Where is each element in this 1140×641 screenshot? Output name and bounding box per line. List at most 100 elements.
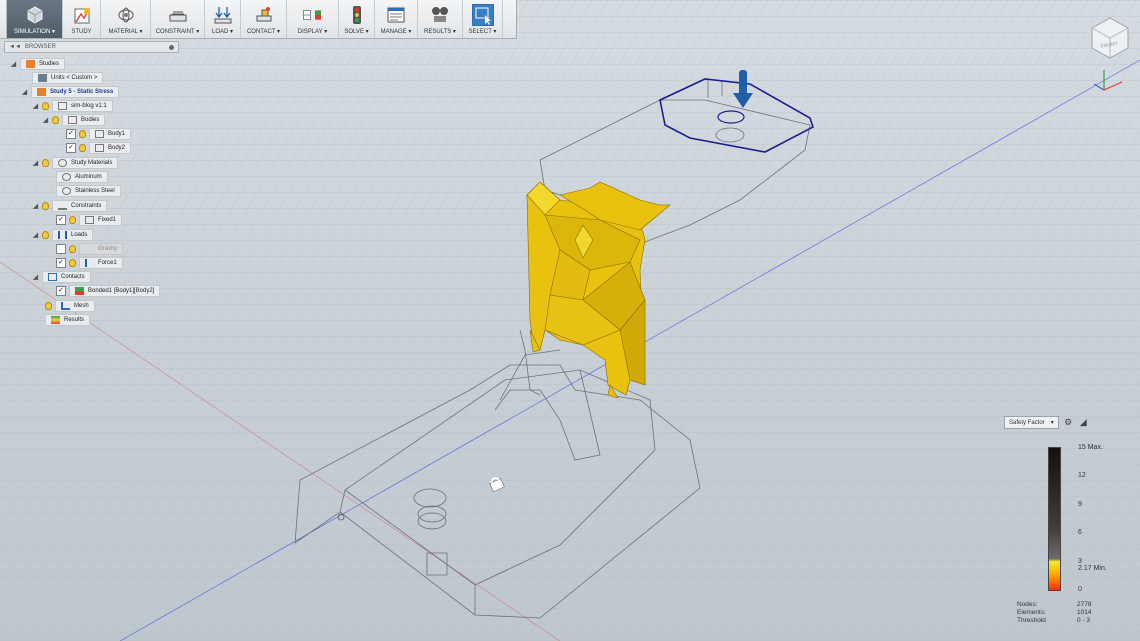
tree-node-bodies[interactable]: ◢ Bodies bbox=[42, 113, 106, 126]
view-cube[interactable]: FRONT bbox=[1088, 12, 1132, 92]
legend-tick: 0 bbox=[1078, 586, 1082, 593]
force-icon bbox=[85, 258, 94, 267]
study-button[interactable]: STUDY bbox=[63, 0, 101, 38]
manage-button[interactable]: MANAGE ▾ bbox=[375, 0, 418, 38]
gravity-checkbox[interactable] bbox=[56, 243, 66, 254]
body2-checkbox[interactable]: ✓ bbox=[66, 142, 76, 153]
material-button[interactable]: MATERIAL ▾ bbox=[101, 0, 151, 38]
gravity-icon bbox=[85, 245, 94, 253]
legend-tick: 6 bbox=[1078, 529, 1082, 536]
collapse-triangle-icon[interactable]: ◢ bbox=[21, 88, 28, 96]
material-icon bbox=[62, 186, 71, 195]
visibility-bulb-icon[interactable] bbox=[42, 201, 49, 210]
tree-node-aluminum[interactable]: Aluminum bbox=[56, 170, 108, 183]
visibility-bulb-icon[interactable] bbox=[42, 230, 49, 239]
contact-button[interactable]: CONTACT ▾ bbox=[241, 0, 287, 38]
tree-node-gravity[interactable]: Gravity bbox=[56, 242, 124, 255]
workspace-switcher[interactable]: SIMULATION ▾ bbox=[7, 0, 63, 38]
visibility-bulb-icon[interactable] bbox=[69, 244, 76, 253]
axis-triad bbox=[1093, 70, 1123, 91]
collapse-triangle-icon[interactable]: ◢ bbox=[32, 202, 39, 210]
load-button[interactable]: LOAD ▾ bbox=[205, 0, 241, 38]
legend-tick: 3 bbox=[1078, 558, 1082, 565]
results-legend-icon bbox=[51, 315, 60, 324]
collapse-triangle-icon[interactable]: ◢ bbox=[32, 159, 39, 167]
contact-icon bbox=[256, 7, 271, 22]
legend-options-icon[interactable]: ◢ bbox=[1078, 417, 1089, 428]
collapse-triangle-icon[interactable]: ◢ bbox=[32, 231, 39, 239]
folder-icon bbox=[68, 115, 77, 124]
results-button[interactable]: RESULTS ▾ bbox=[418, 0, 463, 38]
solve-button[interactable]: SOLVE ▾ bbox=[339, 0, 375, 38]
constraint-button[interactable]: CONSTRAINT ▾ bbox=[151, 0, 205, 38]
contacts-icon bbox=[48, 272, 57, 281]
select-icon bbox=[471, 4, 494, 26]
body-icon bbox=[95, 129, 104, 138]
visibility-bulb-icon[interactable] bbox=[79, 143, 86, 152]
collapse-browser-icon[interactable]: ◄◄ bbox=[9, 44, 21, 50]
visibility-bulb-icon[interactable] bbox=[45, 301, 52, 310]
tree-node-bonded1[interactable]: ✓ Bonded1 [Body1][Body2] bbox=[56, 284, 161, 297]
collapse-triangle-icon[interactable]: ◢ bbox=[10, 60, 17, 68]
visibility-bulb-icon[interactable] bbox=[79, 129, 86, 138]
tree-node-study-5[interactable]: ◢ Study 5 - Static Stress bbox=[21, 85, 120, 98]
material-icon bbox=[62, 172, 71, 181]
mesh-stats-labels: Nodes: Elements: Threshold bbox=[1017, 601, 1046, 624]
force1-checkbox[interactable]: ✓ bbox=[56, 257, 66, 268]
tree-node-loads[interactable]: ◢ Loads bbox=[32, 228, 94, 241]
toolbar-grip[interactable] bbox=[0, 0, 7, 38]
browser-title: BROWSER bbox=[24, 44, 56, 50]
load-icon bbox=[214, 7, 231, 24]
tree-node-constraints[interactable]: ◢ Constraints bbox=[32, 199, 108, 212]
gear-icon[interactable]: ⚙ bbox=[1063, 417, 1074, 428]
tree-node-contacts[interactable]: ◢ Contacts bbox=[32, 270, 91, 283]
legend-tick-min: 2.17 Min. bbox=[1078, 565, 1107, 572]
results-icon bbox=[432, 7, 448, 22]
visibility-bulb-icon[interactable] bbox=[42, 158, 49, 167]
collapse-triangle-icon[interactable]: ◢ bbox=[42, 116, 49, 124]
bonded1-checkbox[interactable]: ✓ bbox=[56, 285, 66, 296]
result-type-dropdown[interactable]: Safety Factor ▾ bbox=[1004, 416, 1059, 429]
body-icon bbox=[95, 143, 104, 152]
load-icon bbox=[58, 230, 67, 239]
tree-node-mesh[interactable]: Mesh bbox=[45, 299, 95, 312]
browser-options-icon[interactable] bbox=[169, 44, 174, 50]
legend-tick: 9 bbox=[1078, 501, 1082, 508]
tree-node-study-materials[interactable]: ◢ Study Materials bbox=[32, 156, 119, 169]
tree-node-body2[interactable]: ✓ Body2 bbox=[66, 141, 132, 154]
tree-node-body1[interactable]: ✓ Body1 bbox=[66, 127, 132, 140]
fixed1-checkbox[interactable]: ✓ bbox=[56, 214, 66, 225]
component-icon bbox=[58, 101, 67, 110]
tree-node-force1[interactable]: ✓ Force1 bbox=[56, 256, 123, 269]
constraint-icon bbox=[169, 11, 186, 22]
tree-node-component[interactable]: ◢ sim-blog v1:1 bbox=[32, 99, 113, 112]
tree-node-units[interactable]: Units < Custom > bbox=[32, 71, 104, 84]
display-button[interactable]: DISPLAY ▾ bbox=[287, 0, 339, 38]
tree-node-fixed1[interactable]: ✓ Fixed1 bbox=[56, 213, 123, 226]
collapse-triangle-icon[interactable]: ◢ bbox=[32, 273, 39, 281]
tree-node-results[interactable]: Results bbox=[45, 313, 91, 326]
visibility-bulb-icon[interactable] bbox=[69, 215, 76, 224]
visibility-bulb-icon[interactable] bbox=[52, 115, 59, 124]
body1-checkbox[interactable]: ✓ bbox=[66, 128, 76, 139]
ribbon-toolbar: SIMULATION ▾ STUDY MATERIAL ▾ CONSTRAINT… bbox=[0, 0, 517, 39]
study-icon bbox=[74, 8, 90, 24]
browser-panel-header[interactable]: ◄◄ BROWSER bbox=[4, 41, 179, 53]
chevron-down-icon: ▾ bbox=[1050, 420, 1054, 426]
legend-tick: 12 bbox=[1078, 472, 1086, 479]
materials-icon bbox=[58, 158, 67, 167]
constraint-icon bbox=[58, 202, 67, 210]
tree-node-stainless-steel[interactable]: Stainless Steel bbox=[56, 184, 121, 197]
mesh-icon bbox=[61, 301, 70, 310]
bonded-contact-icon bbox=[75, 286, 84, 295]
collapse-triangle-icon[interactable]: ◢ bbox=[32, 102, 39, 110]
legend-tick-max: 15 Max. bbox=[1078, 444, 1103, 451]
solve-icon bbox=[352, 6, 361, 24]
visibility-bulb-icon[interactable] bbox=[42, 101, 49, 110]
tree-node-studies[interactable]: ◢ Studies bbox=[10, 57, 66, 70]
select-button[interactable]: SELECT ▾ bbox=[463, 0, 503, 38]
study-icon bbox=[37, 87, 46, 96]
material-icon bbox=[118, 7, 133, 23]
visibility-bulb-icon[interactable] bbox=[69, 258, 76, 267]
3d-viewport[interactable] bbox=[0, 0, 1140, 641]
